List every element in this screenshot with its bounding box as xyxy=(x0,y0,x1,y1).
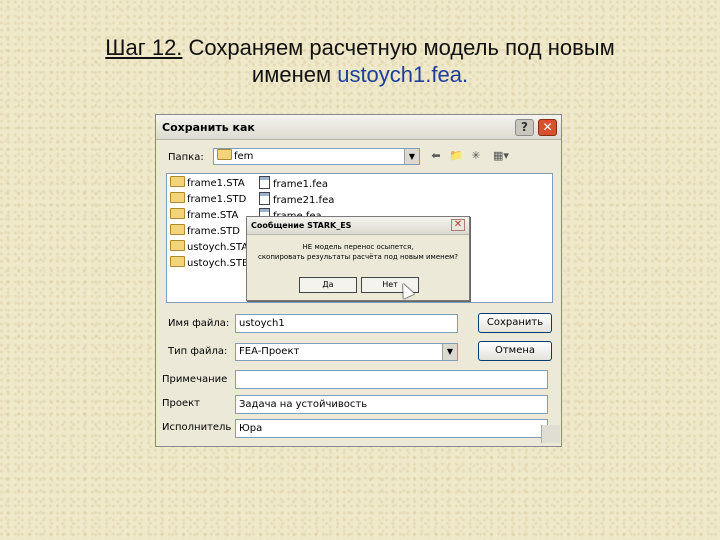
new-folder-icon[interactable]: ✳ xyxy=(468,149,484,163)
message-titlebar[interactable]: Сообщение STARK_ES ✕ xyxy=(247,217,469,235)
list-item[interactable]: frame1.fea xyxy=(259,176,334,192)
folder-value: fem xyxy=(234,151,254,162)
message-text: НЕ модель перенос осыпется, скопировать … xyxy=(253,242,463,262)
title-line2-prefix: именем xyxy=(251,62,338,87)
project-input[interactable]: Задача на устойчивость xyxy=(235,395,548,414)
folder-icon xyxy=(170,208,185,219)
folder-icon xyxy=(170,192,185,203)
document-icon xyxy=(259,176,270,189)
folder-icon xyxy=(170,176,185,187)
title-text: Сохраняем расчетную модель под новым xyxy=(182,35,615,60)
up-folder-icon[interactable]: 📁 xyxy=(448,149,464,163)
save-button[interactable]: Сохранить xyxy=(478,313,552,333)
message-dialog: Сообщение STARK_ES ✕ НЕ модель перенос о… xyxy=(246,216,470,301)
message-line-2: скопировать результаты расчёта под новым… xyxy=(257,253,459,261)
yes-button[interactable]: Да xyxy=(299,277,357,293)
back-icon[interactable]: ⬅ xyxy=(428,149,444,163)
dialog-titlebar[interactable]: Сохранить как ? ✕ xyxy=(156,115,561,140)
chevron-down-icon[interactable]: ▼ xyxy=(404,149,419,164)
list-item[interactable]: frame1.STA xyxy=(170,176,249,192)
close-button[interactable]: ✕ xyxy=(538,119,557,136)
filename-input[interactable]: ustoych1 xyxy=(235,314,458,333)
list-item[interactable]: ustoych.STB xyxy=(170,256,249,272)
list-item[interactable]: frame.STA xyxy=(170,208,249,224)
chevron-down-icon[interactable]: ▼ xyxy=(442,344,457,360)
note-label: Примечание xyxy=(162,374,228,385)
title-step: Шаг 12. xyxy=(105,35,183,60)
folder-icon xyxy=(170,240,185,251)
filetype-label: Тип файла: xyxy=(168,346,228,357)
list-item[interactable]: frame21.fea xyxy=(259,192,334,208)
dialog-title: Сохранить как xyxy=(162,121,255,134)
folder-icon xyxy=(170,256,185,267)
slide-title: Шаг 12. Сохраняем расчетную модель под н… xyxy=(0,34,720,88)
note-input[interactable] xyxy=(235,370,548,389)
message-close-button[interactable]: ✕ xyxy=(451,219,465,231)
document-icon xyxy=(259,192,270,205)
folder-icon xyxy=(217,149,232,160)
title-filename: ustoych1.fea xyxy=(337,62,462,87)
folder-icon xyxy=(170,224,185,235)
filetype-value: FEA-Проект xyxy=(239,346,300,357)
list-item[interactable]: ustoych.STA xyxy=(170,240,249,256)
cancel-button[interactable]: Отмена xyxy=(478,341,552,361)
filetype-select[interactable]: FEA-Проект ▼ xyxy=(235,343,458,361)
folder-select[interactable]: fem ▼ xyxy=(213,148,420,165)
list-item[interactable]: frame.STD xyxy=(170,224,249,240)
message-line-1: НЕ модель перенос осыпется, xyxy=(302,243,414,251)
folder-label: Папка: xyxy=(168,152,204,163)
help-button[interactable]: ? xyxy=(515,119,534,136)
message-title: Сообщение STARK_ES xyxy=(251,221,352,230)
size-grip[interactable] xyxy=(541,425,560,443)
project-label: Проект xyxy=(162,398,201,409)
view-menu-icon[interactable]: ▦▾ xyxy=(488,149,514,163)
author-input[interactable]: Юра xyxy=(235,419,548,438)
list-item[interactable]: frame1.STD xyxy=(170,192,249,208)
file-column-left: frame1.STA frame1.STD frame.STA frame.ST… xyxy=(170,176,249,272)
title-dot: . xyxy=(461,62,469,87)
filename-label: Имя файла: xyxy=(168,318,230,329)
author-label: Исполнитель xyxy=(162,422,232,433)
